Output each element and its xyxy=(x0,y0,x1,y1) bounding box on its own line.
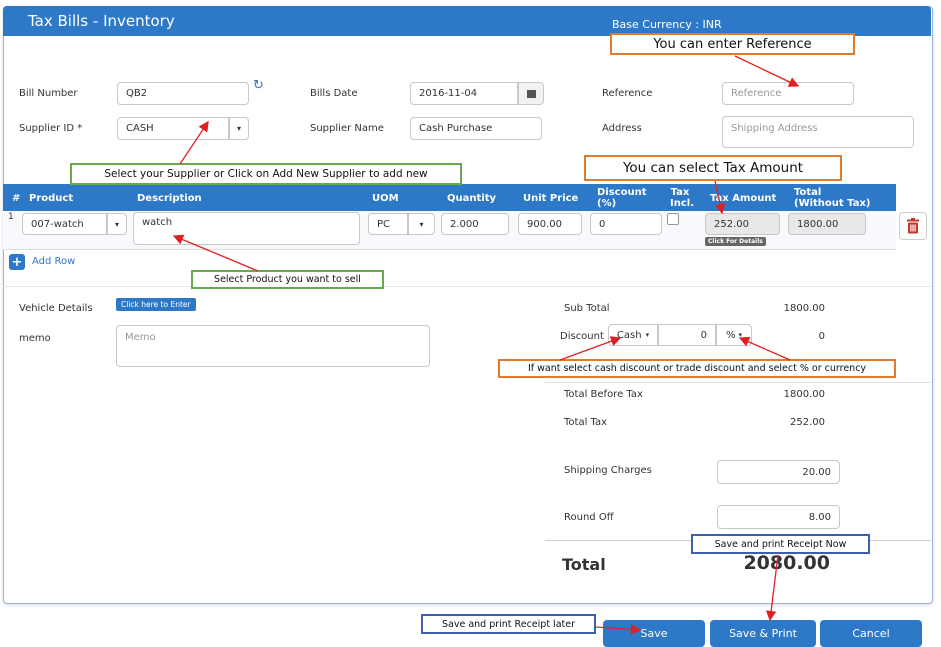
arrow-discount-unit xyxy=(738,336,791,361)
arrow-product xyxy=(172,234,259,272)
arrow-print-now xyxy=(765,554,779,622)
arrow-discount-type xyxy=(559,336,622,361)
arrow-tax-amount xyxy=(714,180,726,215)
annotation-arrows xyxy=(172,55,800,635)
arrow-supplier xyxy=(179,120,209,165)
arrow-reference xyxy=(734,55,800,87)
arrow-print-later xyxy=(595,624,642,635)
